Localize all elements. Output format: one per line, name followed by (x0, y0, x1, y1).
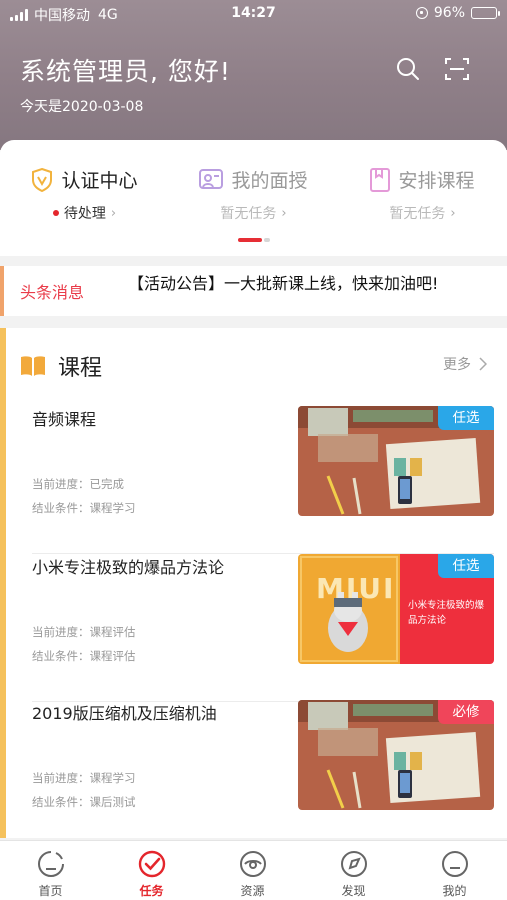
book-icon (21, 356, 45, 376)
task-icon (138, 850, 165, 878)
condition-label: 结业条件： (32, 795, 90, 809)
task-tabs-card: 认证中心 待处理 › 我的面授 暂无任务 › 安排课程 暂无任务 › (0, 140, 507, 256)
header: 中国移动 4G 14:27 96% 系统管理员, 您好! 今天是2020-03-… (0, 0, 507, 150)
headline-tag: 头条消息 (20, 283, 85, 302)
condition-value: 课后测试 (89, 795, 136, 809)
profile-icon (441, 851, 468, 877)
course-progress: 当前进度：课程学习 (32, 770, 136, 786)
nav-home[interactable]: 首页 (0, 849, 101, 899)
course-name: 小米专注极致的爆品方法论 (32, 558, 225, 577)
tab-status: 暂无任务 (389, 206, 446, 222)
course-thumbnail[interactable]: 任选 (298, 406, 494, 516)
condition-label: 结业条件： (32, 649, 90, 663)
course-item[interactable]: 2019版压缩机及压缩机油 当前进度：课程学习 结业条件：课后测试 必修 (32, 700, 494, 848)
nav-label: 任务 (139, 884, 164, 898)
home-icon (37, 851, 64, 877)
schedule-icon (370, 167, 391, 192)
tab-status: 待处理 (63, 206, 106, 222)
course-condition: 结业条件：课程评估 (32, 648, 136, 664)
status-bar: 中国移动 4G 14:27 96% (0, 0, 507, 28)
course-item[interactable]: 小米专注极致的爆品方法论 当前进度：课程评估 结业条件：课程评估 MIUI 小米… (32, 554, 494, 702)
required-badge: 必修 (438, 700, 494, 724)
course-name: 2019版压缩机及压缩机油 (32, 704, 217, 723)
nav-discover[interactable]: 发现 (303, 849, 404, 899)
tab-status: 暂无任务 (220, 206, 277, 222)
tab-label: 我的面授 (231, 170, 308, 192)
tab-page-indicator (238, 238, 270, 242)
headline-news-bar[interactable]: 头条消息 【活动公告】一大批新课上线，快来加油吧! (0, 266, 507, 316)
tab-label: 认证中心 (61, 170, 138, 192)
discover-icon (340, 851, 367, 877)
headline-text: 【活动公告】一大批新课上线，快来加油吧! (128, 274, 439, 293)
battery-percent: 96% (433, 5, 465, 21)
search-icon[interactable] (395, 56, 421, 82)
tab-certification-center[interactable]: 认证中心 待处理 › (0, 166, 169, 223)
chevron-right-icon: › (110, 205, 117, 221)
tab-schedule-course[interactable]: 安排课程 暂无任务 › (338, 166, 507, 223)
face-teaching-icon (199, 168, 224, 189)
today-date: 今天是2020-03-08 (20, 99, 144, 115)
resource-icon (239, 851, 266, 877)
condition-value: 课程评估 (89, 649, 136, 663)
chevron-right-icon: › (450, 205, 456, 221)
battery-icon (471, 7, 500, 19)
progress-label: 当前进度： (32, 771, 90, 785)
nav-resource[interactable]: 资源 (202, 849, 303, 899)
optional-badge: 任选 (438, 554, 494, 578)
nav-label: 我的 (442, 884, 467, 898)
nav-label: 资源 (240, 884, 265, 898)
progress-value: 课程评估 (89, 625, 136, 639)
nav-profile[interactable]: 我的 (404, 849, 505, 899)
course-thumbnail[interactable]: MIUI 小米专注极致的爆品方法论 任选 (298, 554, 494, 664)
tab-label: 安排课程 (398, 170, 475, 192)
nav-label: 发现 (341, 884, 366, 898)
nav-label: 首页 (38, 884, 63, 898)
section-title: 课程 (58, 356, 103, 381)
pending-dot (52, 210, 59, 216)
course-thumbnail[interactable]: 必修 (298, 700, 494, 810)
more-label: 更多 (443, 357, 471, 373)
progress-label: 当前进度： (32, 477, 90, 491)
chevron-right-icon (479, 357, 487, 371)
thumb-caption: 小米专注极致的爆品方法论 (408, 600, 485, 626)
condition-value: 课程学习 (89, 501, 136, 515)
certification-icon (32, 167, 53, 192)
nav-task[interactable]: 任务 (101, 849, 202, 899)
course-progress: 当前进度：已完成 (32, 476, 124, 492)
more-link[interactable]: 更多 (443, 354, 487, 374)
course-name: 音频课程 (32, 410, 97, 429)
progress-value: 课程学习 (89, 771, 136, 785)
condition-label: 结业条件： (32, 501, 90, 515)
scan-icon[interactable] (444, 56, 470, 82)
greeting-title: 系统管理员, 您好! (20, 57, 231, 86)
course-progress: 当前进度：课程评估 (32, 624, 136, 640)
progress-value: 已完成 (89, 477, 125, 491)
course-condition: 结业条件：课后测试 (32, 794, 136, 810)
course-item[interactable]: 音频课程 当前进度：已完成 结业条件：课程学习 任选 (32, 406, 494, 554)
progress-label: 当前进度： (32, 625, 90, 639)
chevron-right-icon: › (281, 205, 287, 221)
optional-badge: 任选 (438, 406, 494, 430)
tab-my-face-teaching[interactable]: 我的面授 暂无任务 › (169, 166, 338, 223)
bottom-tab-bar: 首页 任务 资源 发现 我的 (0, 840, 507, 900)
course-section: 课程 更多 音频课程 当前进度：已完成 结业条件：课程学习 任选 小米专注极致的… (0, 328, 507, 838)
course-condition: 结业条件：课程学习 (32, 500, 136, 516)
rotation-lock-icon (415, 7, 428, 19)
